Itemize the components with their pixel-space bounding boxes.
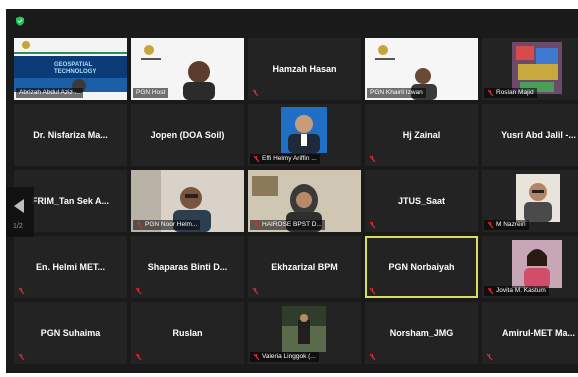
mic-muted-icon xyxy=(253,155,260,163)
banner-line-1: GEOSPATIAL xyxy=(54,62,92,68)
mic-muted-icon xyxy=(369,155,376,163)
participant-name: Yusri Abd Jalil -... xyxy=(501,130,576,140)
participant-name: Hamzah Hasan xyxy=(272,64,337,74)
mic-muted-icon xyxy=(486,353,493,361)
mic-muted-icon xyxy=(369,221,376,229)
mic-muted-icon xyxy=(252,287,259,295)
mic-muted-icon xyxy=(487,287,494,295)
participant-name: Jopen (DOA Soil) xyxy=(150,130,225,140)
page-indicator: 1/2 xyxy=(13,223,23,230)
participant-tile[interactable]: Valeria Linggok (... xyxy=(248,302,361,364)
participant-name: JTUS_Saat xyxy=(397,196,446,206)
participant-tile[interactable]: En. Helmi MET... xyxy=(14,236,127,298)
participant-tile[interactable]: Ekhzarizal BPM xyxy=(248,236,361,298)
participant-name-label: PGN Noor Helm... xyxy=(133,220,201,230)
participant-name: Norsham_JMG xyxy=(389,328,454,338)
chevron-left-icon xyxy=(14,199,24,213)
participant-tile[interactable]: PGN Noor Helm... xyxy=(131,170,244,232)
participant-tile[interactable]: Norsham_JMG xyxy=(365,302,478,364)
participant-tile[interactable]: M Nazrein xyxy=(482,170,578,232)
participant-name: Shaparas Binti D... xyxy=(147,262,228,272)
participant-name: Ekhzarizal BPM xyxy=(271,262,338,272)
participant-tile[interactable]: PGN Suhaima xyxy=(14,302,127,364)
participant-tile[interactable]: HAIROSE BPST D... xyxy=(248,170,361,232)
participant-tile[interactable]: Roslan Majid xyxy=(482,38,578,100)
participant-tile[interactable]: GEOSPATIAL TECHNOLOGY Abrizah Abdul Aziz… xyxy=(14,38,127,100)
active-speaker-tile[interactable]: PGN Norbaiyah xyxy=(365,236,478,298)
mic-muted-icon xyxy=(369,287,376,295)
participant-tile[interactable]: Jovita M. Kastum xyxy=(482,236,578,298)
participant-name: Hj Zainal xyxy=(402,130,441,140)
mic-muted-icon xyxy=(18,353,25,361)
participant-tile[interactable]: Effi Helmy Ariffin ... xyxy=(248,104,361,166)
participant-tile[interactable]: Yusri Abd Jalil -... xyxy=(482,104,578,166)
participant-name: Amirul-MET Ma... xyxy=(501,328,575,338)
previous-page-button[interactable]: 1/2 xyxy=(6,187,34,237)
participant-tile[interactable]: PGN Host xyxy=(131,38,244,100)
participant-tile[interactable]: Ruslan xyxy=(131,302,244,364)
participant-name-label: HAIROSE BPST D... xyxy=(250,220,325,230)
mic-muted-icon xyxy=(136,221,143,229)
banner-line-2: TECHNOLOGY xyxy=(54,69,96,75)
participant-name: Dr. Nisfariza Ma... xyxy=(33,130,108,140)
participant-name-label: M Nazrein xyxy=(484,220,529,230)
participant-name-label: Jovita M. Kastum xyxy=(484,286,549,296)
security-shield-icon[interactable] xyxy=(15,16,25,26)
participant-tile[interactable]: Hamzah Hasan xyxy=(248,38,361,100)
mic-muted-icon xyxy=(253,221,260,229)
mic-muted-icon xyxy=(487,89,494,97)
gallery-grid: GEOSPATIAL TECHNOLOGY Abrizah Abdul Aziz… xyxy=(14,38,578,364)
participant-name-label: PGN Host xyxy=(133,88,169,98)
participant-name: PGN Norbaiyah xyxy=(388,262,455,272)
participant-name: PGN Suhaima xyxy=(40,328,101,338)
participant-name: Ruslan xyxy=(172,328,203,338)
participant-name-label: Abrizah Abdul Aziz ... xyxy=(16,88,84,98)
mic-muted-icon xyxy=(252,89,259,97)
participant-name-label: Valeria Linggok (... xyxy=(250,352,319,362)
participant-tile[interactable]: Jopen (DOA Soil) xyxy=(131,104,244,166)
mic-muted-icon xyxy=(135,287,142,295)
participant-tile[interactable]: PGN Khairil Izwan xyxy=(365,38,478,100)
participant-name-label: Effi Helmy Ariffin ... xyxy=(250,154,320,164)
participant-tile[interactable]: JTUS_Saat xyxy=(365,170,478,232)
participant-tile[interactable]: Hj Zainal xyxy=(365,104,478,166)
mic-muted-icon xyxy=(253,353,260,361)
participant-tile[interactable]: Shaparas Binti D... xyxy=(131,236,244,298)
participant-tile[interactable]: Dr. Nisfariza Ma... xyxy=(14,104,127,166)
participant-tile[interactable]: Amirul-MET Ma... xyxy=(482,302,578,364)
mic-muted-icon xyxy=(135,353,142,361)
mic-muted-icon xyxy=(369,353,376,361)
participant-name-label: Roslan Majid xyxy=(484,88,537,98)
mic-muted-icon xyxy=(487,221,494,229)
participant-name-label: PGN Khairil Izwan xyxy=(367,88,426,98)
mic-muted-icon xyxy=(18,287,25,295)
participant-name: En. Helmi MET... xyxy=(35,262,105,272)
